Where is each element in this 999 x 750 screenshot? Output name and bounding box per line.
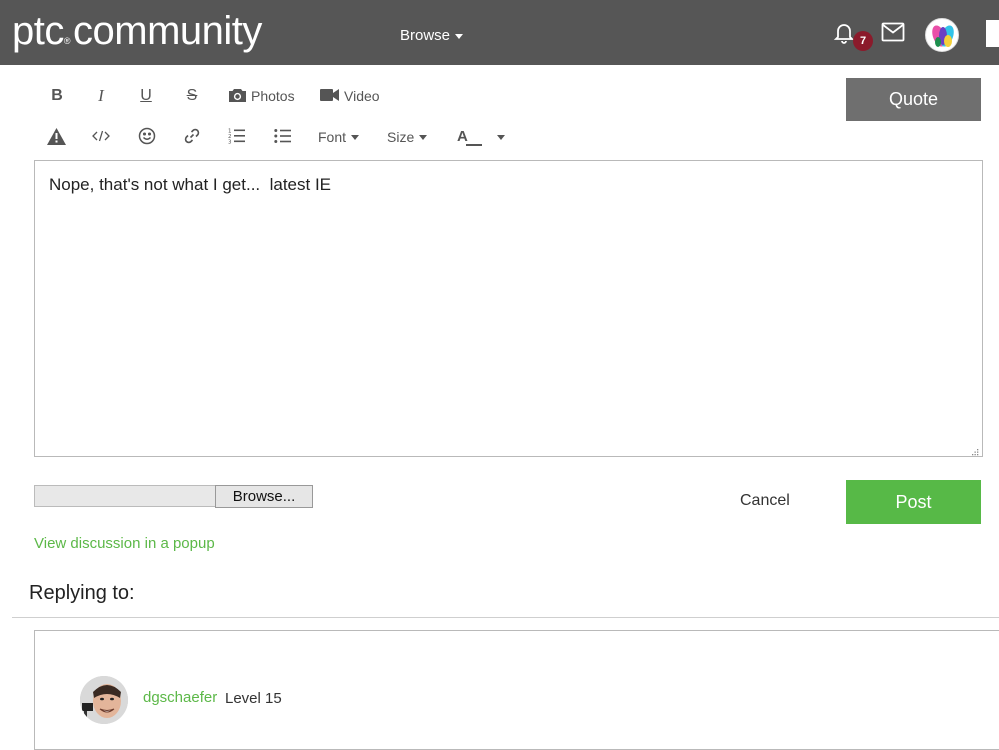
chevron-down-icon <box>351 134 360 140</box>
reply-username-link[interactable]: dgschaefer <box>143 689 217 706</box>
logo-registered-mark: ® <box>63 36 71 46</box>
top-nav-bar: ptc®community Browse 7 <box>0 0 999 65</box>
ptc-community-logo[interactable]: ptc®community <box>12 6 262 56</box>
strikethrough-button[interactable]: S <box>183 86 201 106</box>
italic-label: I <box>98 86 104 105</box>
warning-icon[interactable] <box>46 126 66 146</box>
text-color-bar <box>466 144 482 146</box>
video-label: Video <box>344 88 380 104</box>
smiley-icon[interactable] <box>137 126 157 146</box>
video-camera-icon <box>320 88 340 105</box>
size-dropdown-label: Size <box>387 129 415 145</box>
strikethrough-label: S <box>186 87 198 104</box>
file-path-field[interactable] <box>34 485 216 507</box>
underline-button[interactable]: U <box>137 86 155 106</box>
link-icon[interactable] <box>182 126 202 146</box>
reply-user-avatar[interactable] <box>80 676 128 724</box>
mail-icon[interactable] <box>881 22 905 42</box>
editor-content[interactable]: Nope, that's not what I get... latest IE <box>49 175 331 195</box>
camera-icon <box>228 87 247 106</box>
chevron-down-icon <box>419 134 428 140</box>
logo-ptc: ptc <box>12 9 64 53</box>
cancel-button[interactable]: Cancel <box>740 492 790 510</box>
photos-button[interactable]: Photos <box>228 86 295 106</box>
code-icon[interactable] <box>91 126 111 146</box>
font-dropdown[interactable]: Font <box>318 127 360 147</box>
video-button[interactable]: Video <box>320 86 380 106</box>
font-dropdown-label: Font <box>318 129 347 145</box>
resize-grip-icon[interactable] <box>970 444 979 456</box>
italic-button[interactable]: I <box>92 86 110 106</box>
quote-button[interactable]: Quote <box>846 78 981 121</box>
notification-badge[interactable]: 7 <box>853 31 873 51</box>
browse-menu[interactable]: Browse <box>400 27 464 44</box>
logo-community: community <box>73 9 262 53</box>
svg-text:3: 3 <box>228 140 232 146</box>
text-color-dropdown[interactable]: A <box>457 126 505 148</box>
message-editor[interactable]: Nope, that's not what I get... latest IE <box>34 160 983 457</box>
section-divider <box>12 617 999 618</box>
replying-to-heading: Replying to: <box>29 582 135 604</box>
view-discussion-popup-link[interactable]: View discussion in a popup <box>34 535 215 552</box>
size-dropdown[interactable]: Size <box>387 127 428 147</box>
ordered-list-icon[interactable]: 123 <box>227 126 247 146</box>
text-color-label: A <box>457 128 468 145</box>
chevron-down-icon <box>455 33 464 39</box>
browse-menu-label: Browse <box>400 27 451 44</box>
text-color-swatch: A <box>457 127 483 147</box>
header-edge-element <box>986 20 999 47</box>
underline-label: U <box>140 87 152 104</box>
reply-user-level: Level 15 <box>225 690 282 707</box>
photos-label: Photos <box>251 88 295 104</box>
chevron-down-icon <box>497 134 505 140</box>
file-browse-button[interactable]: Browse... <box>215 485 313 508</box>
bold-label: B <box>51 87 63 104</box>
post-button[interactable]: Post <box>846 480 981 524</box>
bold-button[interactable]: B <box>48 86 66 106</box>
unordered-list-icon[interactable] <box>273 126 293 146</box>
user-avatar[interactable] <box>925 18 959 52</box>
